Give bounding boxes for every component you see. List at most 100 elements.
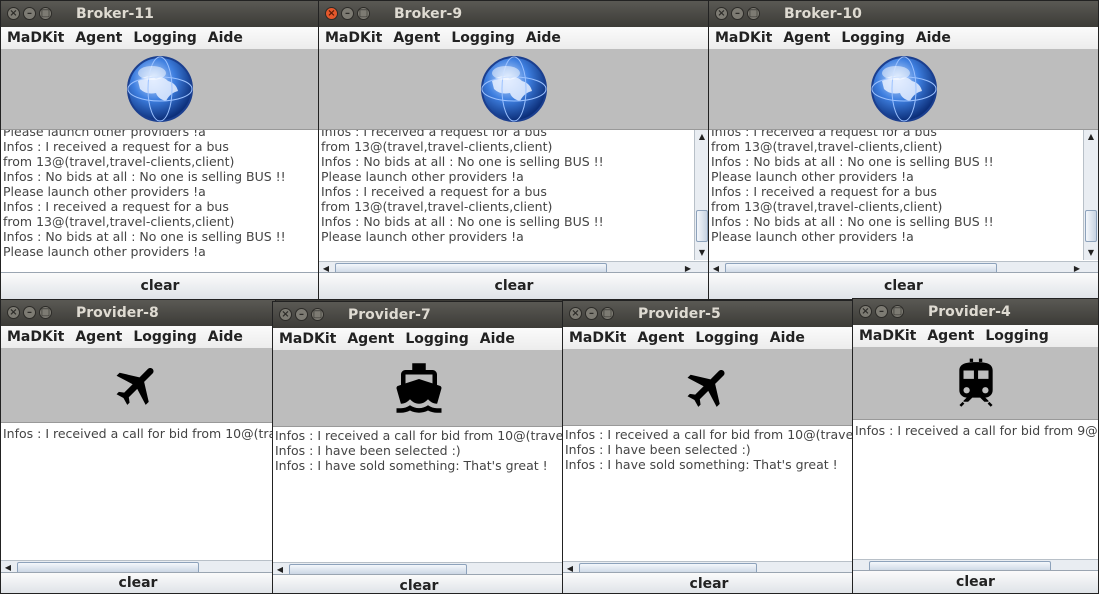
close-icon[interactable]: ×	[859, 305, 872, 318]
menu-agent[interactable]: Agent	[75, 326, 122, 348]
window-provider-4: ×–□ Provider-4 MaDKitAgentLoggingAide In…	[852, 298, 1099, 594]
menu-logging[interactable]: Logging	[405, 328, 468, 350]
menu-madkit[interactable]: MaDKit	[7, 326, 64, 348]
menu-aide[interactable]: Aide	[526, 27, 561, 49]
scroll-down-icon[interactable]: ▼	[1084, 246, 1098, 260]
log-line: Please launch other providers !a	[3, 129, 206, 139]
minimize-icon[interactable]: –	[341, 7, 354, 20]
menu-bar: MaDKit Agent Logging Aide	[1, 27, 319, 50]
menu-logging[interactable]: Logging	[695, 327, 758, 349]
window-title: Broker-11	[76, 6, 154, 22]
menu-logging[interactable]: Logging	[451, 27, 514, 49]
close-icon[interactable]: ×	[715, 7, 728, 20]
menu-logging[interactable]: Logging	[133, 326, 196, 348]
ship-icon	[396, 363, 442, 413]
log-line: Please launch other providers !a	[3, 244, 206, 259]
log-text-area[interactable]: Infos : I received a call for bid from 1…	[273, 426, 565, 578]
maximize-icon[interactable]: □	[747, 7, 760, 20]
title-bar[interactable]: × – □ Broker-9	[319, 1, 709, 27]
minimize-icon[interactable]: –	[585, 307, 598, 320]
vertical-scrollbar[interactable]: ▲ ▼	[694, 130, 709, 260]
title-bar[interactable]: × – □ Broker-10	[709, 1, 1098, 27]
title-bar[interactable]: × – □ Provider-7	[273, 302, 565, 328]
clear-button[interactable]: clear	[563, 572, 855, 593]
minimize-icon[interactable]: –	[295, 308, 308, 321]
maximize-icon[interactable]: □	[39, 306, 52, 319]
log-line: Infos : I have sold something: That's gr…	[275, 458, 548, 473]
menu-agent[interactable]: Agent	[927, 325, 974, 347]
menu-logging[interactable]: Logging	[985, 325, 1048, 347]
menu-agent[interactable]: Agent	[637, 327, 684, 349]
menu-agent[interactable]: Agent	[393, 27, 440, 49]
scroll-thumb[interactable]	[1085, 210, 1097, 242]
close-icon[interactable]: ×	[569, 307, 582, 320]
close-icon[interactable]: ×	[279, 308, 292, 321]
title-bar[interactable]: × – □ Broker-11	[1, 1, 319, 27]
clear-button[interactable]: clear	[1, 272, 319, 299]
log-text-area[interactable]: Infos : I received a request for a bus f…	[709, 129, 1098, 277]
menu-madkit[interactable]: MaDKit	[325, 27, 382, 49]
maximize-icon[interactable]: □	[311, 308, 324, 321]
maximize-icon[interactable]: □	[357, 7, 370, 20]
vertical-scrollbar[interactable]: ▲ ▼	[1083, 130, 1098, 260]
title-bar[interactable]: × – □ Provider-8	[1, 300, 275, 326]
clear-button[interactable]: clear	[709, 272, 1098, 299]
close-icon[interactable]: ×	[7, 306, 20, 319]
menu-madkit[interactable]: MaDKit	[7, 27, 64, 49]
maximize-icon[interactable]: □	[39, 7, 52, 20]
scroll-thumb[interactable]	[696, 210, 708, 242]
clear-button[interactable]: clear	[853, 570, 1098, 593]
clear-button[interactable]: clear	[1, 572, 275, 593]
menu-aide[interactable]: Aide	[208, 326, 243, 348]
minimize-icon[interactable]: –	[23, 7, 36, 20]
minimize-icon[interactable]: –	[23, 306, 36, 319]
menu-bar: MaDKit Agent Logging Aide	[563, 327, 855, 350]
window-broker-11: × – □ Broker-11 MaDKit Agent Logging Aide Ple…	[0, 0, 320, 300]
log-line: Please launch other providers !a	[3, 184, 206, 199]
log-line: from 13@(travel,travel-clients,client)	[3, 154, 235, 169]
maximize-icon[interactable]: □	[601, 307, 614, 320]
log-line: Infos : No bids at all : No one is selli…	[321, 214, 604, 229]
menu-aide[interactable]: Aide	[480, 328, 515, 350]
log-line: Infos : No bids at all : No one is selli…	[3, 229, 286, 244]
log-text-area[interactable]: Infos : I received a call for bid from 1…	[1, 422, 275, 576]
menu-agent[interactable]: Agent	[75, 27, 122, 49]
menu-madkit[interactable]: MaDKit	[715, 27, 772, 49]
menu-madkit[interactable]: MaDKit	[859, 325, 916, 347]
log-line: Infos : I have been selected :)	[565, 442, 751, 457]
menu-madkit[interactable]: MaDKit	[279, 328, 336, 350]
maximize-icon[interactable]: □	[891, 305, 904, 318]
clear-button[interactable]: clear	[273, 574, 565, 593]
menu-logging[interactable]: Logging	[841, 27, 904, 49]
minimize-icon[interactable]: –	[731, 7, 744, 20]
close-icon[interactable]: ×	[325, 7, 338, 20]
window-title: Provider-5	[638, 306, 721, 322]
title-bar[interactable]: × – □ Provider-5	[563, 301, 855, 327]
log-line: Infos : No bids at all : No one is selli…	[711, 154, 994, 169]
log-line: Please launch other providers !a	[711, 229, 914, 244]
log-line: Infos : I have sold something: That's gr…	[565, 457, 838, 472]
scroll-up-icon[interactable]: ▲	[1084, 130, 1098, 144]
close-icon[interactable]: ×	[7, 7, 20, 20]
log-line: Infos : I received a request for a bus	[3, 139, 229, 154]
log-line: Infos : I received a request for a bus	[711, 184, 937, 199]
window-title: Broker-10	[784, 6, 862, 22]
clear-button[interactable]: clear	[319, 272, 709, 299]
minimize-icon[interactable]: –	[875, 305, 888, 318]
menu-agent[interactable]: Agent	[347, 328, 394, 350]
log-text-area[interactable]: Please launch other providers !a Infos :…	[1, 129, 319, 273]
scroll-up-icon[interactable]: ▲	[695, 130, 709, 144]
scroll-down-icon[interactable]: ▼	[695, 246, 709, 260]
menu-aide[interactable]: Aide	[770, 327, 805, 349]
log-text-area[interactable]: Infos : I received a call for bid from 1…	[563, 425, 855, 577]
menu-agent[interactable]: Agent	[783, 27, 830, 49]
title-bar[interactable]: × – □ Provider-4	[853, 299, 1098, 325]
globe-icon	[870, 56, 937, 122]
agent-icon-area	[1, 348, 275, 422]
log-text-area[interactable]: Infos : I received a request for a bus f…	[319, 129, 709, 277]
menu-aide[interactable]: Aide	[208, 27, 243, 49]
log-text-area[interactable]: Infos : I received a call for bid from 9…	[853, 419, 1098, 575]
menu-madkit[interactable]: MaDKit	[569, 327, 626, 349]
menu-logging[interactable]: Logging	[133, 27, 196, 49]
menu-aide[interactable]: Aide	[916, 27, 951, 49]
